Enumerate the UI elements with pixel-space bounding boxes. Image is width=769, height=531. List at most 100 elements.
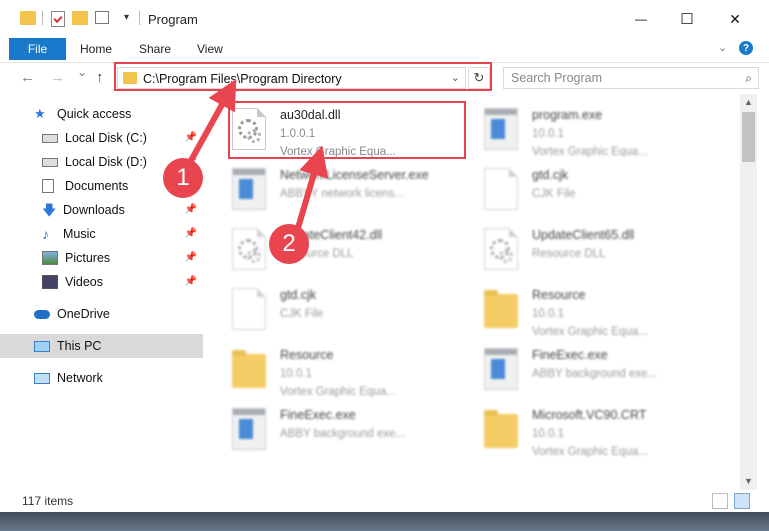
file-name: NetworkLicenseServer.exe	[280, 168, 429, 182]
exe-icon	[484, 108, 518, 150]
cloud-icon	[34, 309, 50, 319]
sidebar-item-pictures[interactable]: Pictures 📌	[0, 246, 203, 270]
pin-icon[interactable]: 📌	[185, 252, 197, 263]
back-button[interactable]: ←	[20, 69, 35, 86]
search-box[interactable]: ⌕	[503, 67, 759, 89]
sidebar-item-label: Pictures	[65, 251, 111, 265]
ribbon-tabs: File Home Share View ⌄ ?	[0, 38, 769, 62]
exe-icon	[232, 168, 266, 210]
drive-icon	[42, 157, 58, 167]
file-item-resource-folder[interactable]: Resource 10.0.1 Vortex Graphic Equa...	[484, 284, 724, 342]
sidebar-item-label: OneDrive	[57, 307, 110, 321]
file-name: Resource	[280, 348, 334, 362]
title-bar: ▾ Program — ☐ ✕	[0, 0, 769, 38]
help-icon[interactable]: ?	[739, 41, 753, 55]
pictures-icon	[42, 251, 58, 265]
pin-icon[interactable]: 📌	[185, 204, 197, 215]
file-item-program-exe[interactable]: program.exe 10.0.1 Vortex Graphic Equa..…	[484, 104, 724, 162]
recent-locations-button[interactable]: ⌄	[77, 65, 87, 79]
search-input[interactable]	[504, 68, 734, 88]
sidebar-item-label: This PC	[57, 339, 102, 353]
address-bar[interactable]: C:\Program Files\Program Directory ⌄	[117, 67, 466, 89]
step-1-badge: 1	[163, 158, 203, 198]
sidebar-item-label: Downloads	[63, 203, 125, 217]
customize-dropdown-icon[interactable]: ▾	[124, 12, 129, 23]
file-type: CJK File	[280, 308, 324, 320]
file-item-fineexec-exe-2[interactable]: FineExec.exe ABBY background exe...	[232, 404, 472, 462]
file-version: 10.0.1	[532, 308, 564, 320]
file-description: Vortex Graphic Equa...	[532, 146, 648, 158]
scroll-down-icon[interactable]: ▼	[744, 476, 753, 486]
maximize-button[interactable]: ☐	[664, 0, 710, 38]
videos-icon	[42, 275, 58, 289]
file-item-microsoft-vc90-crt[interactable]: Microsoft.VC90.CRT 10.0.1 Vortex Graphic…	[484, 404, 724, 462]
view-options-icon[interactable]	[95, 11, 109, 24]
search-icon[interactable]: ⌕	[745, 71, 752, 86]
file-name: gtd.cjk	[532, 168, 569, 182]
dll-gear-icon	[484, 228, 518, 270]
forward-button[interactable]: →	[50, 69, 65, 86]
status-bar: 117 items	[0, 490, 769, 512]
properties-icon[interactable]	[51, 11, 65, 27]
exe-icon	[484, 348, 518, 390]
vertical-scrollbar[interactable]: ▲ ▼	[740, 94, 757, 490]
file-name: gtd.cjk	[280, 288, 317, 302]
network-icon	[34, 372, 50, 384]
sidebar-item-videos[interactable]: Videos 📌	[0, 270, 203, 294]
document-icon	[484, 168, 518, 210]
sidebar-item-onedrive[interactable]: OneDrive	[0, 302, 203, 326]
minimize-button[interactable]: —	[618, 0, 664, 38]
pin-icon[interactable]: 📌	[185, 228, 197, 239]
tab-view[interactable]: View	[197, 42, 223, 56]
tab-home[interactable]: Home	[80, 42, 112, 56]
file-item-au30dal-dll[interactable]: au30dal.dll 1.0.0.1 Vortex Graphic Equa.…	[232, 104, 472, 162]
file-item-updateclient42-dll[interactable]: UpdateClient42.dll Resource DLL	[232, 224, 472, 282]
file-item-fineexec-exe[interactable]: FineExec.exe ABBY background exe...	[484, 344, 724, 402]
navigation-pane: ★ Quick access Local Disk (C:) 📌 Local D…	[0, 94, 206, 490]
dll-gear-icon	[232, 108, 266, 150]
close-button[interactable]: ✕	[712, 0, 758, 38]
details-view-icon[interactable]	[712, 493, 728, 509]
file-name: Microsoft.VC90.CRT	[532, 408, 647, 422]
new-folder-icon[interactable]	[72, 11, 88, 25]
file-item-gtd-cjk-2[interactable]: gtd.cjk CJK File	[232, 284, 472, 342]
sidebar-item-label: Network	[57, 371, 103, 385]
file-description: Vortex Graphic Equa...	[532, 446, 648, 458]
file-item-gtd-cjk[interactable]: gtd.cjk CJK File	[484, 164, 724, 222]
chevron-down-icon[interactable]: ⌄	[451, 71, 460, 84]
file-name: UpdateClient65.dll	[532, 228, 635, 242]
documents-icon	[42, 179, 54, 193]
scrollbar-thumb[interactable]	[742, 112, 755, 162]
refresh-button[interactable]: ↻	[468, 67, 490, 89]
large-icons-view-icon[interactable]	[734, 493, 750, 509]
sidebar-item-downloads[interactable]: 🡇 Downloads 📌	[0, 198, 203, 222]
sidebar-item-local-disk-c[interactable]: Local Disk (C:) 📌	[0, 126, 203, 150]
tab-share[interactable]: Share	[139, 42, 171, 56]
sidebar-item-music[interactable]: ♪ Music 📌	[0, 222, 203, 246]
expand-ribbon-icon[interactable]: ⌄	[718, 41, 727, 54]
sidebar-item-label: Music	[63, 227, 96, 241]
sidebar-item-label: Documents	[65, 179, 129, 193]
address-path[interactable]: C:\Program Files\Program Directory	[143, 72, 342, 86]
vertical-divider	[139, 11, 140, 25]
file-description: ABBYY network licens...	[280, 188, 404, 200]
file-item-resource-folder-2[interactable]: Resource 10.0.1 Vortex Graphic Equa...	[232, 344, 472, 402]
scroll-up-icon[interactable]: ▲	[744, 97, 753, 107]
item-count: 117 items	[22, 494, 74, 508]
sidebar-item-network[interactable]: Network	[0, 366, 203, 390]
sidebar-item-quick-access[interactable]: ★ Quick access	[0, 102, 203, 126]
tab-file[interactable]: File	[9, 38, 66, 60]
folder-icon	[484, 410, 518, 448]
music-icon: ♪	[42, 226, 49, 242]
pin-icon[interactable]: 📌	[185, 276, 197, 287]
file-item-updateclient65-dll[interactable]: UpdateClient65.dll Resource DLL	[484, 224, 724, 282]
file-name: FineExec.exe	[280, 408, 356, 422]
file-description: ABBY background exe...	[280, 428, 406, 440]
up-button[interactable]: ↑	[96, 69, 104, 86]
file-item-networklicenseserver-exe[interactable]: NetworkLicenseServer.exe ABBYY network l…	[232, 164, 472, 222]
file-type: CJK File	[532, 188, 576, 200]
navigation-bar: ← → ⌄ ↑ C:\Program Files\Program Directo…	[0, 62, 769, 94]
pin-icon[interactable]: 📌	[185, 132, 197, 143]
file-version: 10.0.1	[532, 128, 564, 140]
sidebar-item-this-pc[interactable]: This PC	[0, 334, 203, 358]
